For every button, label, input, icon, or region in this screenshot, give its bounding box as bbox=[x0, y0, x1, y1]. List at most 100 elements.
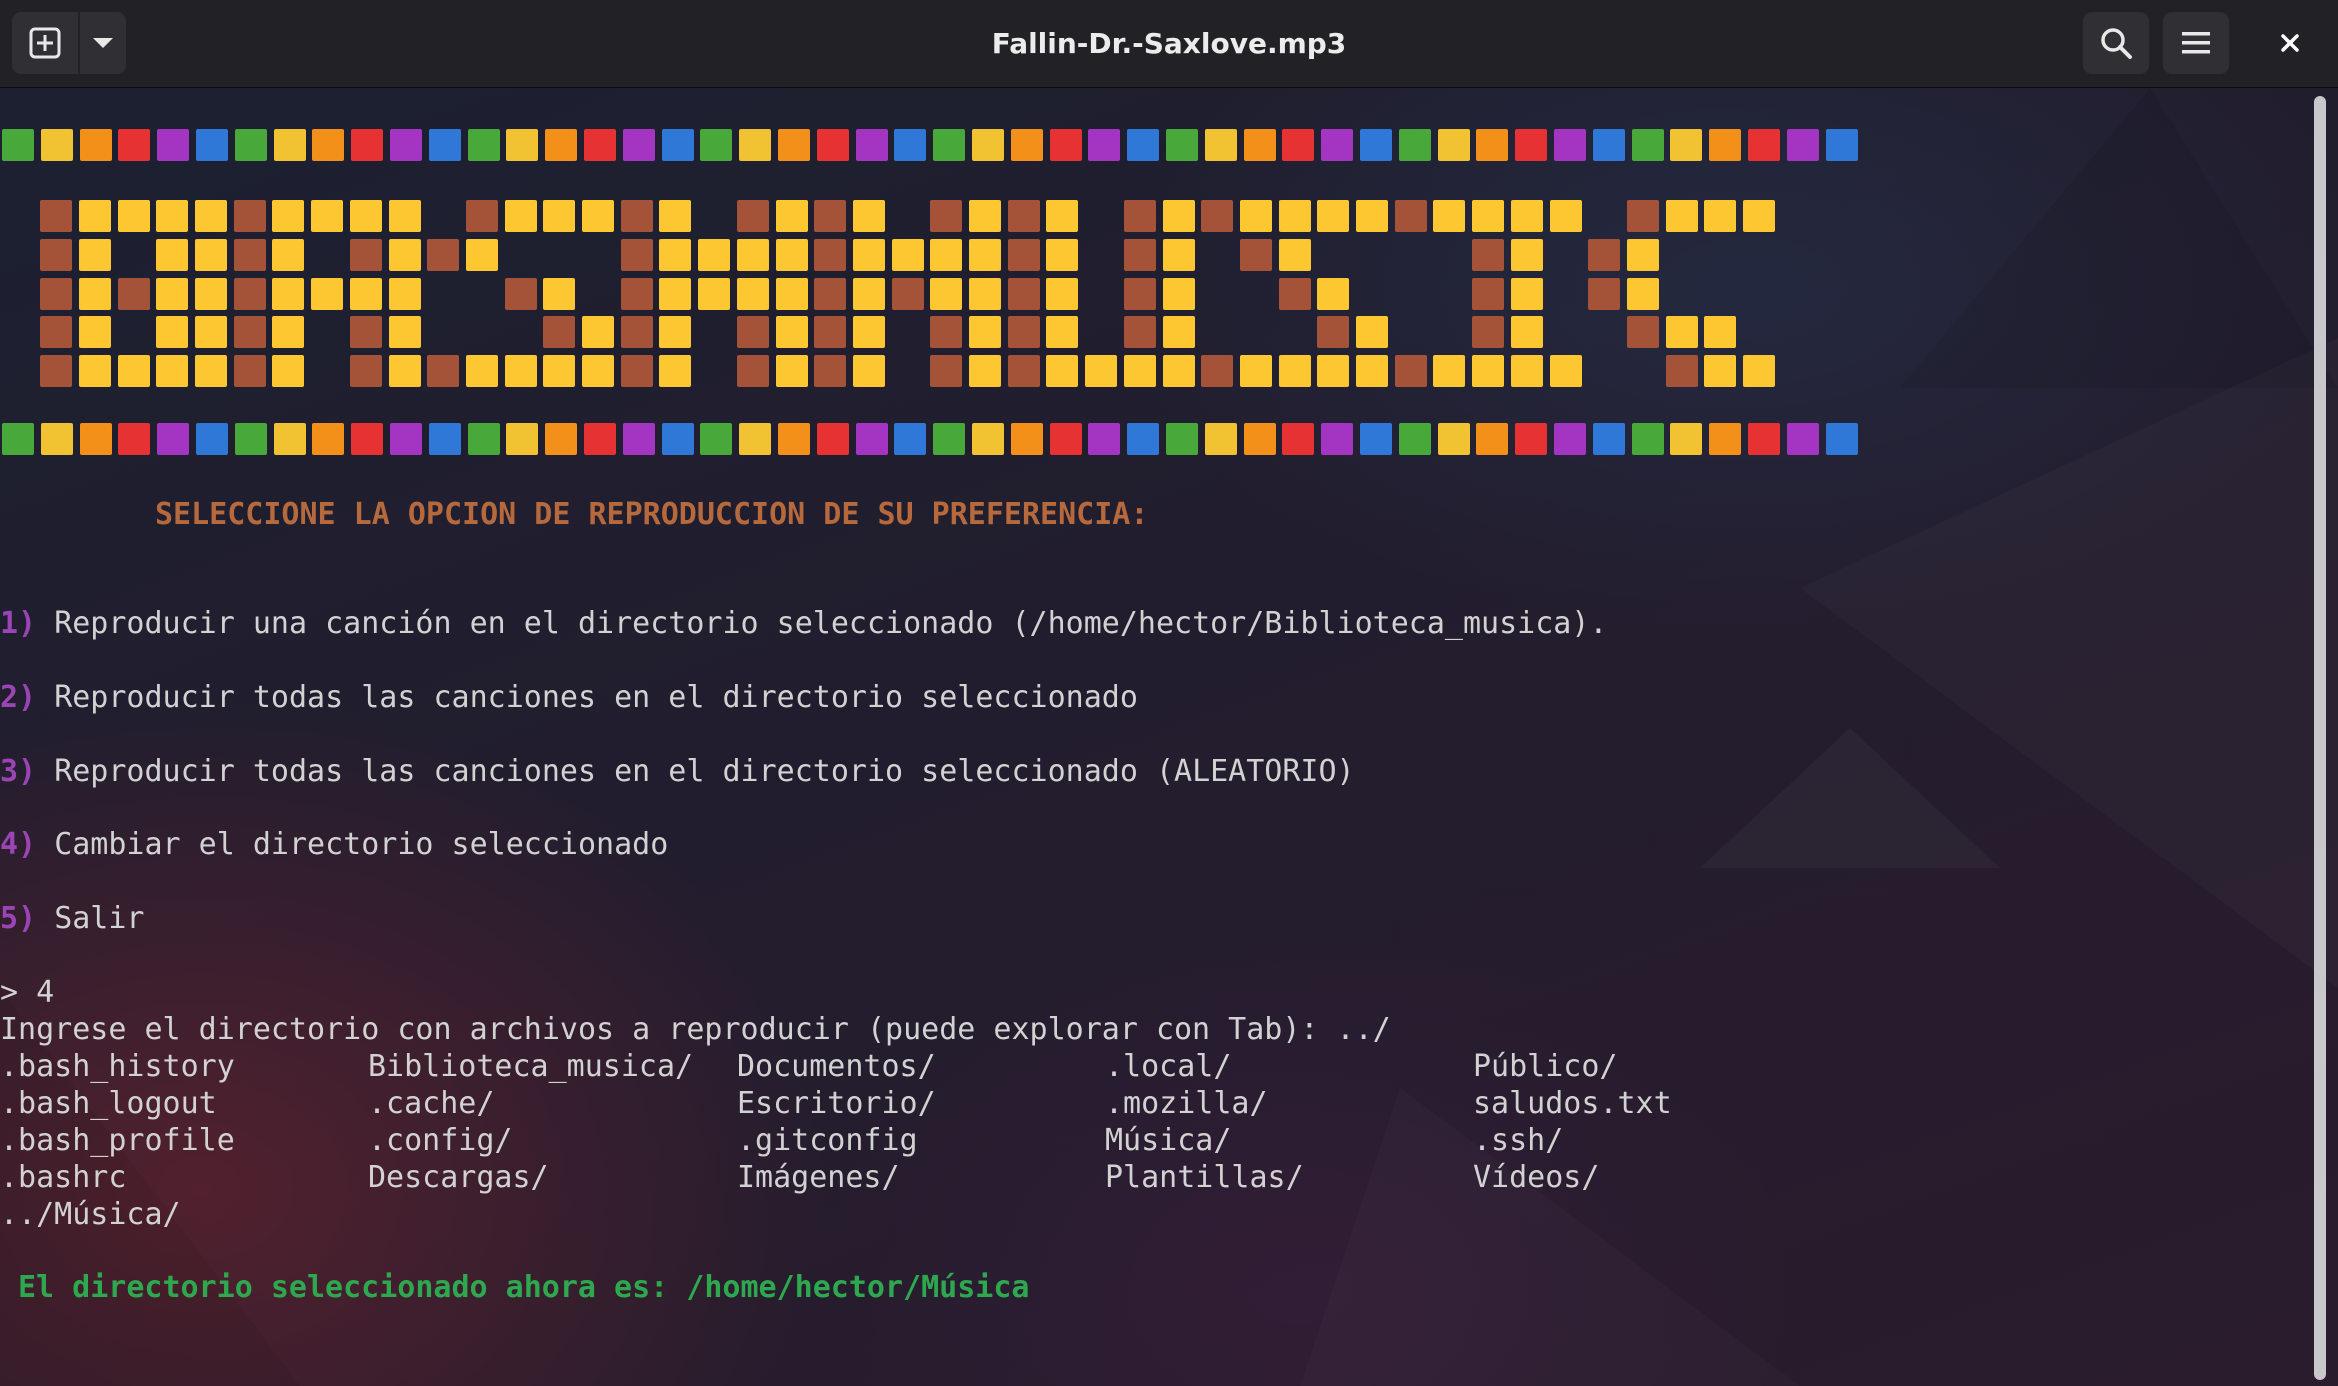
stripe-block bbox=[1476, 423, 1509, 455]
stripe-block bbox=[700, 423, 733, 455]
logo-block bbox=[659, 355, 692, 388]
stripe-block bbox=[1709, 129, 1742, 161]
logo-block bbox=[388, 316, 421, 349]
scrollbar[interactable] bbox=[2314, 96, 2326, 1380]
logo-block bbox=[659, 200, 692, 232]
stripe-block bbox=[816, 129, 849, 161]
logo-block bbox=[504, 355, 537, 388]
stripe-block bbox=[1515, 423, 1548, 455]
logo-block bbox=[969, 316, 1002, 349]
logo-block bbox=[427, 238, 459, 271]
stripe-block bbox=[1786, 129, 1819, 161]
stripe-block bbox=[234, 129, 267, 161]
option-2: 2) Reproducir todas las canciones en el … bbox=[0, 680, 1138, 716]
stripe-block bbox=[1515, 129, 1548, 161]
logo-block bbox=[388, 277, 421, 310]
logo-block bbox=[1317, 316, 1350, 349]
stripe-block bbox=[2, 423, 34, 455]
logo-block bbox=[1162, 277, 1195, 310]
stripe-block bbox=[972, 423, 1004, 455]
stripe-block bbox=[1127, 129, 1160, 161]
logo-block bbox=[1278, 355, 1311, 388]
stripe-block bbox=[739, 129, 772, 161]
logo-block bbox=[427, 355, 459, 388]
logo-block bbox=[349, 200, 382, 232]
listing-item: .mozilla/ bbox=[1105, 1086, 1268, 1121]
stripe-block bbox=[118, 129, 151, 161]
input-line[interactable]: Ingrese el directorio con archivos a rep… bbox=[0, 1012, 1391, 1048]
window-title: Fallin-Dr.-Saxlove.mp3 bbox=[991, 27, 1347, 60]
listing-item: Descargas/ bbox=[368, 1160, 549, 1195]
stripe-block bbox=[778, 423, 810, 455]
stripe-block bbox=[506, 423, 539, 455]
stripe-block bbox=[1243, 423, 1276, 455]
logo-block bbox=[78, 200, 111, 232]
listing-item: .cache/ bbox=[368, 1086, 495, 1121]
logo-block bbox=[698, 277, 731, 310]
option-number: 1) bbox=[0, 606, 37, 641]
search-button[interactable] bbox=[2083, 12, 2149, 74]
stripe-block bbox=[273, 423, 306, 455]
stripe-block bbox=[584, 129, 616, 161]
logo-block bbox=[736, 316, 769, 349]
stripe-block bbox=[1592, 129, 1625, 161]
close-button[interactable] bbox=[2257, 12, 2323, 74]
logo-block bbox=[775, 316, 808, 349]
logo-block bbox=[349, 238, 382, 271]
stripe-block bbox=[1360, 129, 1392, 161]
stripe-block bbox=[506, 129, 539, 161]
logo-block bbox=[852, 238, 885, 271]
listing-item: .gitconfig bbox=[737, 1123, 918, 1158]
logo-block bbox=[736, 355, 769, 388]
option-number: 2) bbox=[0, 680, 37, 715]
stripe-block bbox=[1049, 129, 1082, 161]
logo-block bbox=[195, 200, 228, 232]
logo-block bbox=[775, 277, 808, 310]
logo-block bbox=[891, 277, 924, 310]
logo-block bbox=[1123, 200, 1156, 232]
stripe-block bbox=[196, 423, 228, 455]
logo-block bbox=[1085, 355, 1118, 388]
stripe-block bbox=[545, 129, 578, 161]
logo-block bbox=[272, 277, 305, 310]
option-text: Reproducir todas las canciones en el dir… bbox=[54, 754, 1355, 789]
option-number: 3) bbox=[0, 754, 37, 789]
logo-block bbox=[1626, 316, 1659, 349]
logo-block bbox=[388, 238, 421, 271]
stripe-block bbox=[351, 423, 384, 455]
option-text: Salir bbox=[54, 901, 145, 936]
stripe-block bbox=[661, 423, 694, 455]
listing-item: .config/ bbox=[368, 1123, 513, 1158]
stripe-block bbox=[390, 129, 422, 161]
close-icon bbox=[2281, 34, 2299, 52]
stripe-block bbox=[467, 129, 500, 161]
prompt-line[interactable]: > 4 bbox=[0, 975, 54, 1011]
stripe-block bbox=[1748, 129, 1780, 161]
listing-item: Escritorio/ bbox=[737, 1086, 936, 1121]
logo-block bbox=[1046, 355, 1079, 388]
stripe-block bbox=[816, 423, 849, 455]
stripe-block bbox=[428, 423, 461, 455]
logo-block bbox=[1162, 238, 1195, 271]
stripe-block bbox=[739, 423, 772, 455]
stripe-block bbox=[1825, 129, 1858, 161]
logo-block bbox=[1046, 316, 1079, 349]
logo-block bbox=[78, 355, 111, 388]
option-4: 4) Cambiar el directorio seleccionado bbox=[0, 827, 668, 863]
stripe-block bbox=[234, 423, 267, 455]
logo-block bbox=[1743, 355, 1776, 388]
menu-button[interactable] bbox=[2163, 12, 2229, 74]
logo-block bbox=[1433, 355, 1466, 388]
option-number: 4) bbox=[0, 827, 37, 862]
listing-item: Plantillas/ bbox=[1105, 1160, 1304, 1195]
stripe-block bbox=[1282, 423, 1315, 455]
logo-block bbox=[1626, 238, 1659, 271]
logo-block bbox=[1472, 238, 1505, 271]
logo-block bbox=[504, 200, 537, 232]
logo-block bbox=[852, 200, 885, 232]
logo-block bbox=[195, 277, 228, 310]
logo-block bbox=[969, 355, 1002, 388]
logo-block bbox=[1626, 200, 1659, 232]
logo-block bbox=[311, 200, 344, 232]
logo-block bbox=[1123, 316, 1156, 349]
